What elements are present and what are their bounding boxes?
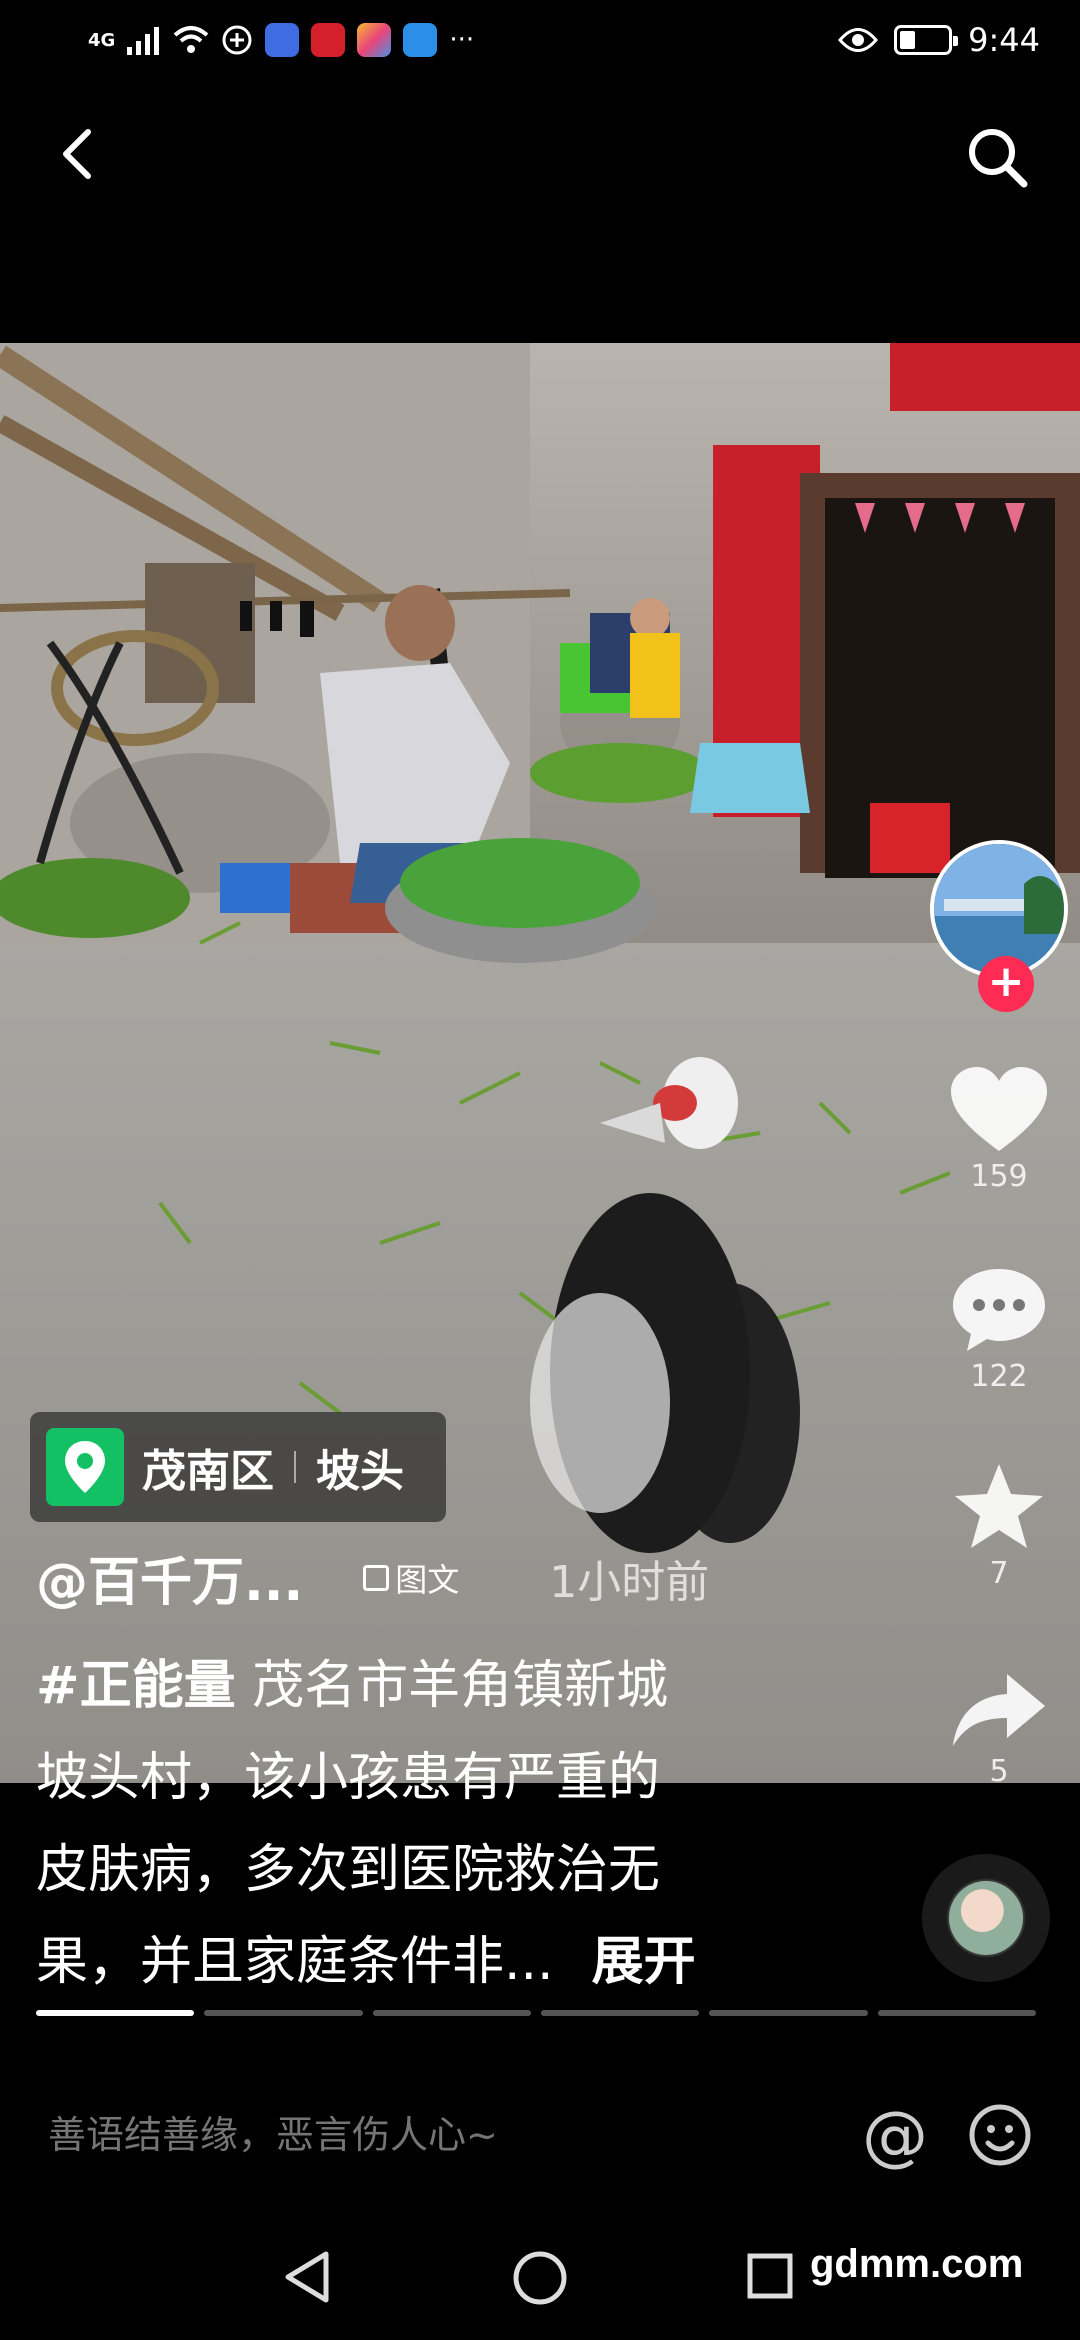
more-notifications-icon: ··· [449,25,475,55]
nav-back-icon[interactable] [282,2250,332,2304]
comment-action[interactable]: 122 [930,1265,1068,1394]
caption-text-1: 茂名市羊角镇新城 [235,1656,669,1716]
battery-icon [894,25,959,55]
progress-segment [36,2010,195,2016]
battery-fill [900,31,916,49]
comment-icon[interactable] [949,1265,1049,1355]
network-label: 4G [88,29,116,51]
post-caption[interactable]: #正能量 茂名市羊角镇新城 坡头村，该小孩患有严重的 皮肤病，多次到医院救治无 … [36,1640,836,2008]
store-app-icon [357,23,392,57]
favorite-count: 7 [989,1556,1009,1591]
share-action[interactable]: 5 [930,1670,1068,1789]
progress-segment [877,2010,1036,2016]
signal-icon [127,27,160,55]
status-left: 4G ··· [88,23,474,57]
post-type-label: 图文 [395,1560,460,1599]
location-tag[interactable]: 茂南区 坡头 [30,1412,446,1522]
location-place: 坡头 [316,1446,404,1497]
watermark: gdmm.com [810,2242,1024,2286]
wifi-icon [173,26,209,53]
location-district: 茂南区 [142,1446,274,1497]
location-pin-icon [46,1428,124,1506]
progress-segment [709,2010,868,2016]
caption-line-1: #正能量 茂名市羊角镇新城 [36,1640,836,1732]
status-bar: 4G ··· 9:44 [0,0,1080,80]
top-nav [0,110,1080,200]
author-row: @百千万... 图文 1小时前 [36,1540,709,1615]
vpn-icon [222,25,252,55]
caption-text-4: 果，并且家庭条件非... [36,1932,554,1992]
nav-home-icon[interactable] [512,2250,568,2306]
news-app-icon [311,23,346,57]
post-time: 1小时前 [549,1556,710,1608]
progress-segment [204,2010,363,2016]
status-right: 9:44 [838,21,1040,59]
nav-recents-icon[interactable] [746,2252,794,2300]
share-count: 5 [989,1754,1009,1789]
like-action[interactable]: 159 [930,1065,1068,1194]
comment-input[interactable] [48,2113,862,2157]
system-nav-bar: gdmm.com [0,2220,1080,2340]
follow-button[interactable]: + [978,956,1034,1012]
music-cover [949,1881,1023,1955]
clock: 9:44 [968,21,1040,59]
star-icon[interactable] [951,1460,1047,1552]
search-icon[interactable] [964,124,1030,190]
progress-segment [540,2010,700,2016]
share-icon[interactable] [951,1670,1047,1750]
eye-icon [838,28,879,52]
post-type-badge: 图文 [363,1555,459,1601]
emoji-icon[interactable] [968,2103,1032,2167]
avatar-image [934,844,1064,974]
mention-button[interactable]: @ [862,2097,928,2174]
caption-line-2: 坡头村，该小孩患有严重的 [36,1748,661,1808]
image-text-icon [363,1564,390,1591]
progress-segment [372,2010,531,2016]
weather-app-icon [403,23,438,57]
music-disc[interactable] [922,1854,1050,1982]
expand-button[interactable]: 展开 [592,1932,696,1992]
author-name[interactable]: @百千万... [36,1540,303,1615]
comment-bar: @ [0,2080,1080,2190]
music-app-icon [265,23,300,57]
image-progress [36,2010,1036,2016]
like-count: 159 [970,1159,1028,1194]
favorite-action[interactable]: 7 [930,1460,1068,1591]
caption-line-4: 果，并且家庭条件非... 展开 [36,1916,836,2008]
location-divider [294,1451,296,1483]
heart-icon[interactable] [949,1065,1049,1155]
back-arrow-icon[interactable] [50,124,110,184]
comment-count: 122 [970,1359,1028,1394]
caption-line-3: 皮肤病，多次到医院救治无 [36,1840,661,1900]
hashtag[interactable]: #正能量 [36,1656,236,1716]
